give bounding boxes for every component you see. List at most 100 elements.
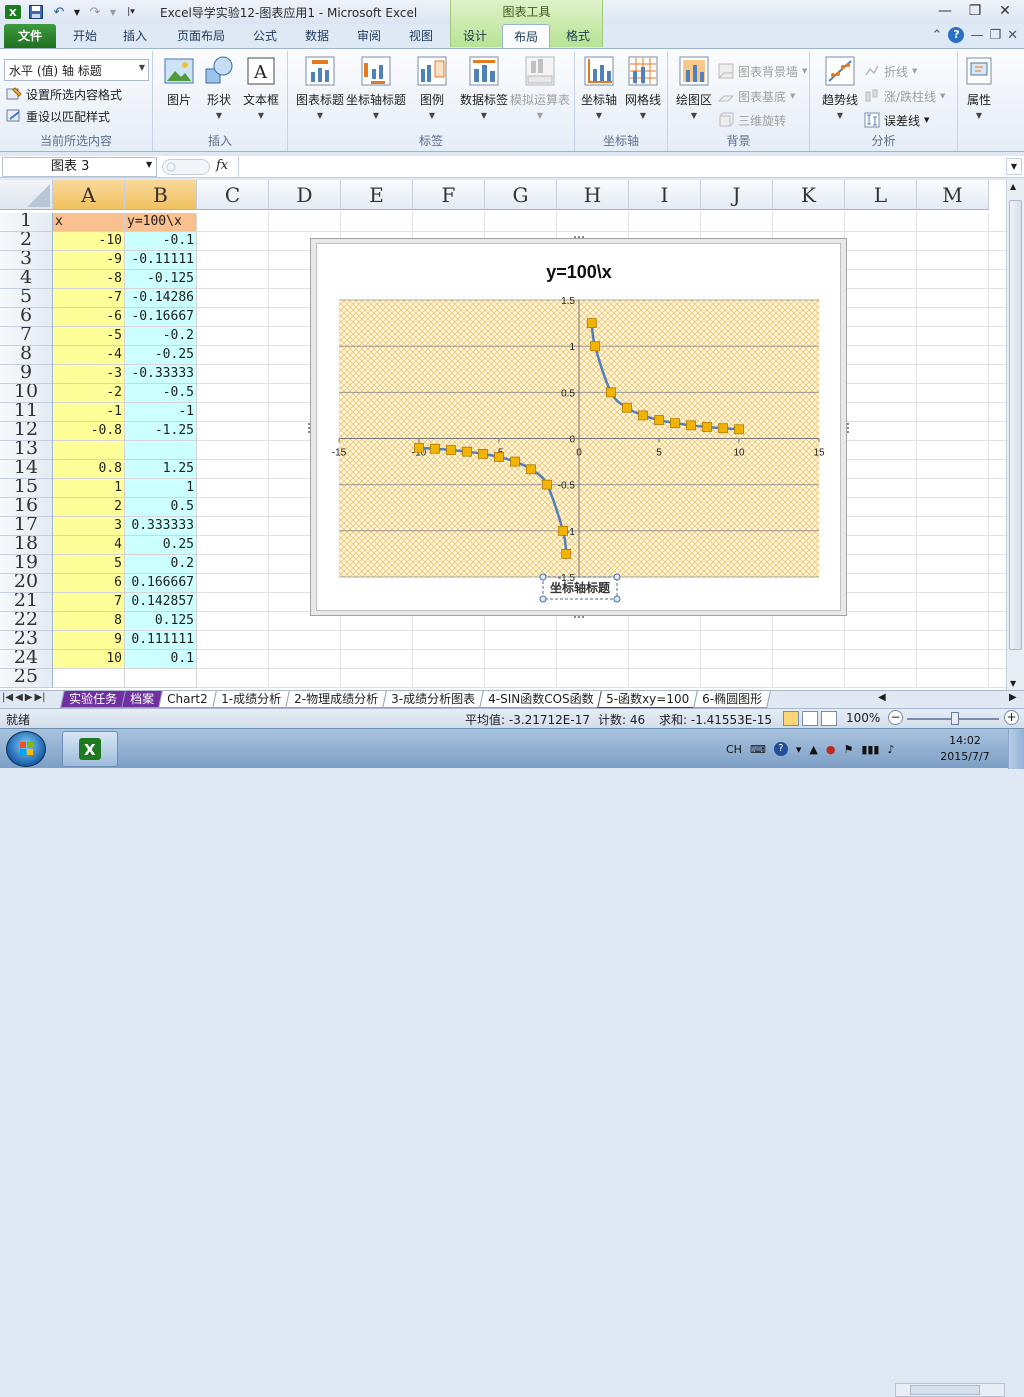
cell-a[interactable]: -0.8 bbox=[53, 422, 125, 441]
data-labels-button[interactable]: 数据标签 ▼ bbox=[452, 55, 516, 125]
row-header[interactable]: 24 bbox=[0, 650, 53, 669]
prev-sheet-icon[interactable]: ◀ bbox=[15, 692, 23, 703]
axis-titles-button[interactable]: 坐标轴标题 ▼ bbox=[346, 55, 406, 125]
chart-resize-handle-right[interactable] bbox=[845, 423, 849, 433]
sheet-tab[interactable]: 2-物理成绩分析 bbox=[284, 691, 387, 708]
row-header[interactable]: 5 bbox=[0, 289, 53, 308]
cell-a[interactable]: 4 bbox=[53, 536, 125, 555]
tab-chart-design[interactable]: 设计 bbox=[452, 24, 498, 48]
row-header[interactable]: 21 bbox=[0, 593, 53, 612]
column-header[interactable]: M bbox=[917, 180, 989, 210]
cell-a[interactable]: 8 bbox=[53, 612, 125, 631]
cell-a[interactable]: 0.8 bbox=[53, 460, 125, 479]
data-point-marker[interactable] bbox=[414, 442, 424, 453]
cell-a[interactable]: -4 bbox=[53, 346, 125, 365]
cell-b[interactable]: 0.1 bbox=[125, 650, 197, 669]
column-header[interactable]: J bbox=[701, 180, 773, 210]
taskbar-excel-button[interactable]: X bbox=[62, 731, 118, 767]
cell-b[interactable]: y=100\x bbox=[125, 213, 197, 232]
cell-b[interactable]: 0.166667 bbox=[125, 574, 197, 593]
zoom-in-button[interactable]: + bbox=[1004, 710, 1019, 725]
up-down-bars-button[interactable]: 涨/跌柱线 ▼ bbox=[864, 86, 945, 106]
row-header[interactable]: 2 bbox=[0, 232, 53, 251]
tab-review[interactable]: 审阅 bbox=[346, 24, 392, 48]
undo-dropdown-icon[interactable]: ▼ bbox=[73, 3, 81, 21]
redo-icon[interactable]: ↷ bbox=[86, 3, 104, 21]
column-header[interactable]: K bbox=[773, 180, 845, 210]
chart-svg[interactable]: y=100\x -1.5-1-0.500.511.5-15-10-5051015… bbox=[317, 244, 842, 612]
cell-a[interactable]: -2 bbox=[53, 384, 125, 403]
rotation-3d-button[interactable]: 三维旋转 bbox=[718, 110, 786, 130]
column-header[interactable]: D bbox=[269, 180, 341, 210]
row-header[interactable]: 13 bbox=[0, 441, 53, 460]
format-selection-button[interactable]: 设置所选内容格式 bbox=[6, 84, 122, 104]
cell-b[interactable]: 0.333333 bbox=[125, 517, 197, 536]
data-point-marker[interactable] bbox=[510, 456, 520, 467]
cell-b[interactable]: -0.125 bbox=[125, 270, 197, 289]
action-center-flag-icon[interactable]: ⚑ bbox=[843, 743, 853, 756]
horizontal-axis-title-selection[interactable]: 坐标轴标题 bbox=[539, 573, 621, 603]
row-header[interactable]: 22 bbox=[0, 612, 53, 631]
chart-resize-handle-top[interactable] bbox=[574, 236, 584, 240]
row-header[interactable]: 15 bbox=[0, 479, 53, 498]
row-header[interactable]: 14 bbox=[0, 460, 53, 479]
cell-a[interactable]: -6 bbox=[53, 308, 125, 327]
customize-qat-icon[interactable]: |▾ bbox=[122, 3, 140, 21]
hscroll-right-icon[interactable]: ▶ bbox=[1009, 692, 1017, 703]
insert-textbox-button[interactable]: A 文本框 ▼ bbox=[231, 55, 291, 125]
cell-b[interactable]: 1.25 bbox=[125, 460, 197, 479]
chevron-down-icon[interactable]: ▼ bbox=[146, 160, 152, 169]
show-hidden-icons-icon[interactable]: ▲ bbox=[809, 743, 817, 756]
data-point-marker[interactable] bbox=[718, 423, 728, 434]
cell-a[interactable]: 6 bbox=[53, 574, 125, 593]
undo-icon[interactable]: ↶ bbox=[50, 3, 68, 21]
select-all-corner[interactable] bbox=[0, 180, 53, 210]
next-sheet-icon[interactable]: ▶ bbox=[25, 692, 33, 703]
horizontal-axis-title[interactable]: 坐标轴标题 bbox=[550, 580, 611, 595]
security-alert-icon[interactable]: ● bbox=[826, 743, 836, 756]
trendline-button[interactable]: 趋势线 ▼ bbox=[810, 55, 870, 125]
cell-b[interactable]: -0.11111 bbox=[125, 251, 197, 270]
column-header[interactable]: C bbox=[197, 180, 269, 210]
cell-a[interactable]: x bbox=[53, 213, 125, 232]
sheet-tab[interactable]: 档案 bbox=[121, 691, 163, 708]
taskbar-clock[interactable]: 14:02 2015/7/7 bbox=[930, 733, 1000, 765]
workbook-close-icon[interactable]: ✕ bbox=[1007, 28, 1018, 43]
cell-b[interactable]: 0.5 bbox=[125, 498, 197, 517]
data-point-marker[interactable] bbox=[542, 479, 552, 490]
data-point-marker[interactable] bbox=[670, 418, 680, 429]
column-header[interactable]: E bbox=[341, 180, 413, 210]
cell-b[interactable]: 1 bbox=[125, 479, 197, 498]
last-sheet-icon[interactable]: ▶| bbox=[34, 692, 45, 703]
minimize-button[interactable]: — bbox=[930, 0, 960, 22]
chart-title[interactable]: y=100\x bbox=[546, 262, 612, 282]
save-icon[interactable] bbox=[27, 3, 45, 21]
cell-a[interactable]: 1 bbox=[53, 479, 125, 498]
column-header[interactable]: I bbox=[629, 180, 701, 210]
row-header[interactable]: 9 bbox=[0, 365, 53, 384]
page-break-view-button[interactable] bbox=[821, 711, 837, 726]
show-desktop-button[interactable] bbox=[1008, 729, 1024, 769]
chart-resize-handle-bottom[interactable] bbox=[574, 614, 584, 618]
close-button[interactable]: ✕ bbox=[990, 0, 1020, 22]
data-point-marker[interactable] bbox=[622, 402, 632, 413]
cell-b[interactable]: -0.25 bbox=[125, 346, 197, 365]
row-header[interactable]: 12 bbox=[0, 422, 53, 441]
tab-chart-format[interactable]: 格式 bbox=[555, 24, 601, 48]
tab-insert[interactable]: 插入 bbox=[112, 24, 158, 48]
tab-data[interactable]: 数据 bbox=[294, 24, 340, 48]
sheet-tab[interactable]: 6-椭圆图形 bbox=[693, 691, 772, 708]
cell-a[interactable]: 9 bbox=[53, 631, 125, 650]
sheet-tab[interactable]: 1-成绩分析 bbox=[211, 691, 290, 708]
normal-view-button[interactable] bbox=[783, 711, 799, 726]
cell-b[interactable]: -0.33333 bbox=[125, 365, 197, 384]
formula-input[interactable] bbox=[238, 157, 1008, 177]
input-language[interactable]: CH bbox=[726, 743, 742, 756]
minimize-ribbon-icon[interactable]: ⌃ bbox=[932, 28, 943, 43]
column-header[interactable]: G bbox=[485, 180, 557, 210]
network-icon[interactable]: ▮▮▮ bbox=[861, 743, 879, 756]
horizontal-scrollbar[interactable] bbox=[895, 1383, 1005, 1397]
cell-b[interactable]: -0.16667 bbox=[125, 308, 197, 327]
tab-formulas[interactable]: 公式 bbox=[242, 24, 288, 48]
row-header[interactable]: 19 bbox=[0, 555, 53, 574]
